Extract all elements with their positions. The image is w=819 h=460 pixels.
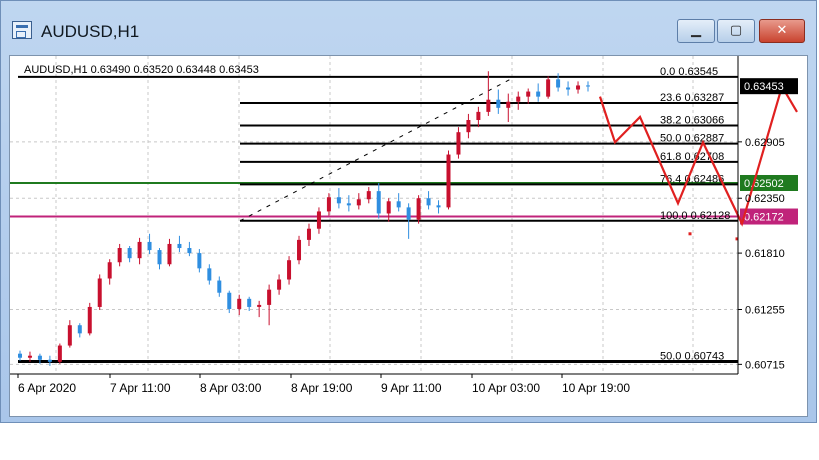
candle-body xyxy=(516,96,521,102)
candle-body xyxy=(257,304,262,307)
candle-body xyxy=(97,278,102,307)
candle-body xyxy=(167,243,172,265)
fibonacci-retracement: 0.0 0.63545 23.6 0.63287 38.2 0.63066 50.0 … xyxy=(18,66,738,364)
candle-body xyxy=(326,197,331,212)
candle-body xyxy=(356,199,361,206)
candle-body xyxy=(117,248,122,263)
candle-body xyxy=(87,306,92,334)
candle-body xyxy=(506,101,511,108)
candlesticks xyxy=(18,71,590,366)
candle-body xyxy=(336,197,341,204)
candle-body xyxy=(277,279,282,290)
candle-body xyxy=(406,207,411,220)
time-tick-label: 9 Apr 11:00 xyxy=(381,381,442,395)
candle-body xyxy=(536,91,541,97)
time-tick-label: 8 Apr 03:00 xyxy=(200,381,262,395)
fib-level-label: 0.0 0.63545 xyxy=(660,66,718,78)
fib-level-label: 38.2 0.63066 xyxy=(660,114,724,126)
candle-body xyxy=(77,325,82,334)
candle-body xyxy=(217,280,222,293)
candle-body xyxy=(586,85,590,87)
fib-level-label: 100.0 0.62128 xyxy=(660,210,730,222)
chart-canvas: 0.62502 0.62172 0.0 0.63545 23.6 0.63287 38… xyxy=(10,56,798,395)
candle-body xyxy=(267,289,272,305)
candle-body xyxy=(177,243,182,249)
candle-body xyxy=(227,292,232,309)
price-tick-label: 0.60715 xyxy=(745,359,785,371)
candle-body xyxy=(247,298,252,307)
candle-body xyxy=(576,85,581,90)
fib-level-label: 23.6 0.63287 xyxy=(660,92,724,104)
candle-body xyxy=(237,298,242,309)
price-chart[interactable]: 0.62502 0.62172 0.0 0.63545 23.6 0.63287 38… xyxy=(9,55,808,417)
candle-body xyxy=(396,201,401,208)
chart-window: AUDUSD,H1 ▁ ▢ ✕ 0.62502 0.62172 0.0 0.635… xyxy=(0,0,817,423)
projection-marker xyxy=(688,232,692,236)
title-bar[interactable]: AUDUSD,H1 ▁ ▢ ✕ xyxy=(1,1,816,55)
time-tick-label: 6 Apr 2020 xyxy=(18,381,76,395)
candle-body xyxy=(556,79,561,88)
time-tick-label: 8 Apr 19:00 xyxy=(291,381,353,395)
fib-level-label: 50.0 0.62887 xyxy=(660,133,724,145)
candle-body xyxy=(127,248,132,259)
candle-body xyxy=(346,203,351,206)
window-title: AUDUSD,H1 xyxy=(41,22,140,41)
time-tick-label: 10 Apr 19:00 xyxy=(562,381,630,395)
candle-body xyxy=(47,359,52,362)
candle-body xyxy=(316,211,321,229)
current-price-label: 0.63453 xyxy=(744,81,784,93)
price-tick-label: 0.61810 xyxy=(745,248,785,260)
price-tick-label: 0.62905 xyxy=(745,137,785,149)
candle-body xyxy=(496,99,501,108)
candle-body xyxy=(67,325,72,346)
candle-body xyxy=(137,241,142,259)
price-tick-label: 0.62350 xyxy=(745,193,785,205)
candle-body xyxy=(157,250,162,265)
candle-body xyxy=(416,198,421,220)
candle-body xyxy=(27,355,32,358)
price-line-label: 0.62502 xyxy=(744,178,784,190)
price-tick-label: 0.61255 xyxy=(745,304,785,316)
candle-body xyxy=(207,268,212,281)
candle-body xyxy=(546,79,551,97)
candle-body xyxy=(297,239,302,261)
close-button[interactable]: ✕ xyxy=(759,19,805,43)
candle-body xyxy=(147,241,152,251)
time-tick-label: 7 Apr 11:00 xyxy=(110,381,171,395)
candle-body xyxy=(287,260,292,280)
maximize-button[interactable]: ▢ xyxy=(717,19,755,43)
fib-level-label: 61.8 0.62708 xyxy=(660,151,724,163)
price-line-label: 0.62172 xyxy=(744,212,784,224)
candle-body xyxy=(526,91,531,97)
chart-window-icon xyxy=(12,21,32,39)
candle-body xyxy=(466,120,471,133)
candle-body xyxy=(37,355,42,360)
candle-body xyxy=(57,345,62,362)
candle-body xyxy=(456,132,461,155)
candle-body xyxy=(107,262,112,279)
candle-body xyxy=(376,191,381,214)
candle-body xyxy=(476,111,481,121)
candle-body xyxy=(306,228,311,240)
candle-body xyxy=(566,87,571,90)
candle-body xyxy=(446,154,451,208)
candle-body xyxy=(197,253,202,269)
candle-body xyxy=(386,201,391,214)
chart-axes: 0.62905 0.62350 0.61810 0.61255 0.60715 0.634… xyxy=(10,56,798,395)
chart-info-line: AUDUSD,H1 0.63490 0.63520 0.63448 0.6345… xyxy=(24,64,259,76)
candle-body xyxy=(426,198,431,206)
time-tick-label: 10 Apr 03:00 xyxy=(472,381,540,395)
minimize-button[interactable]: ▁ xyxy=(677,19,715,43)
candle-body xyxy=(187,248,192,254)
candle-body xyxy=(366,191,371,200)
candle-body xyxy=(18,353,22,358)
fib-level-label: 50.0 0.60743 xyxy=(660,351,724,363)
candle-body xyxy=(486,99,491,112)
candle-body xyxy=(436,205,441,208)
